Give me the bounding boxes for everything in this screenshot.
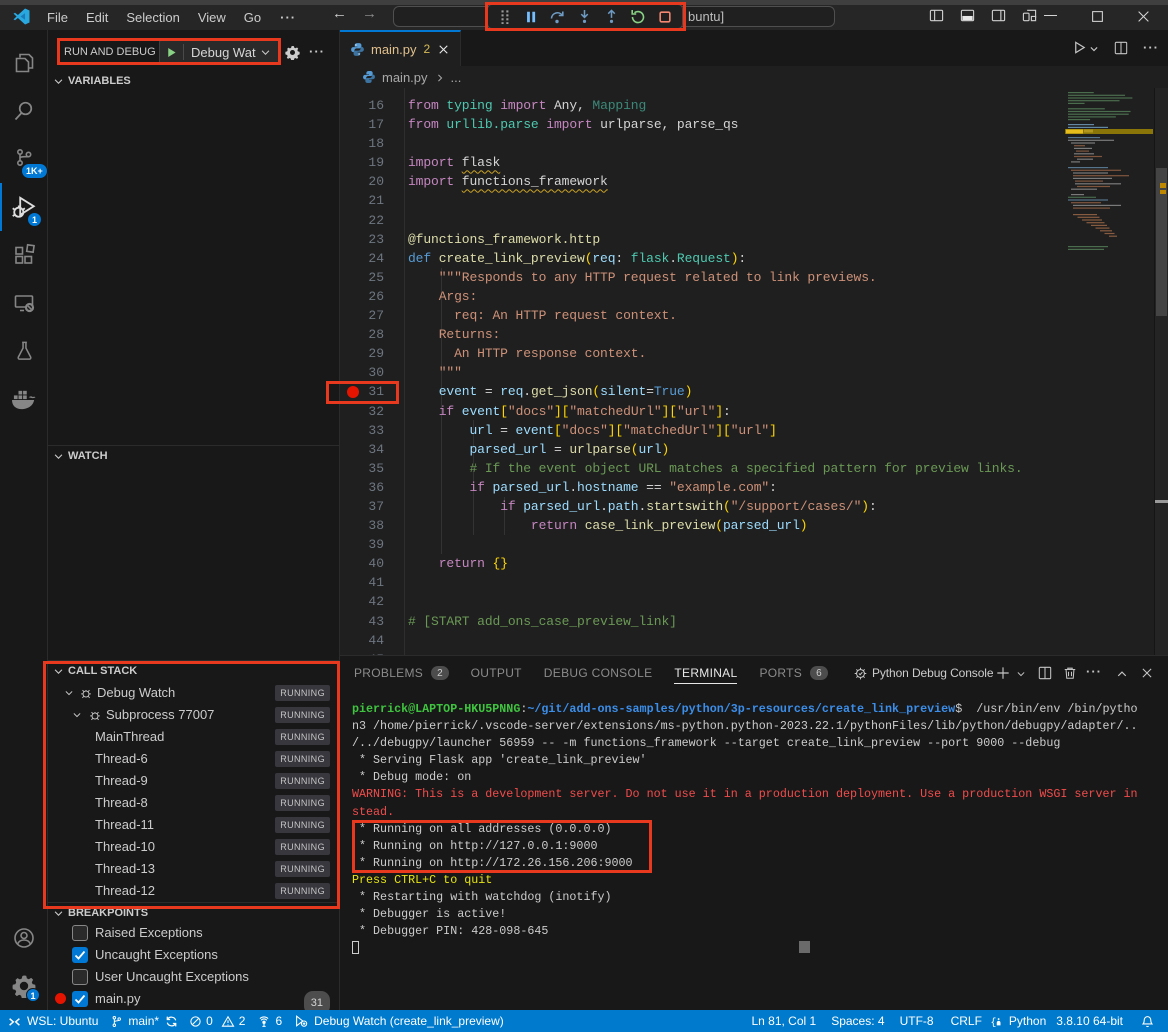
svg-text:{: {: [990, 1016, 996, 1027]
